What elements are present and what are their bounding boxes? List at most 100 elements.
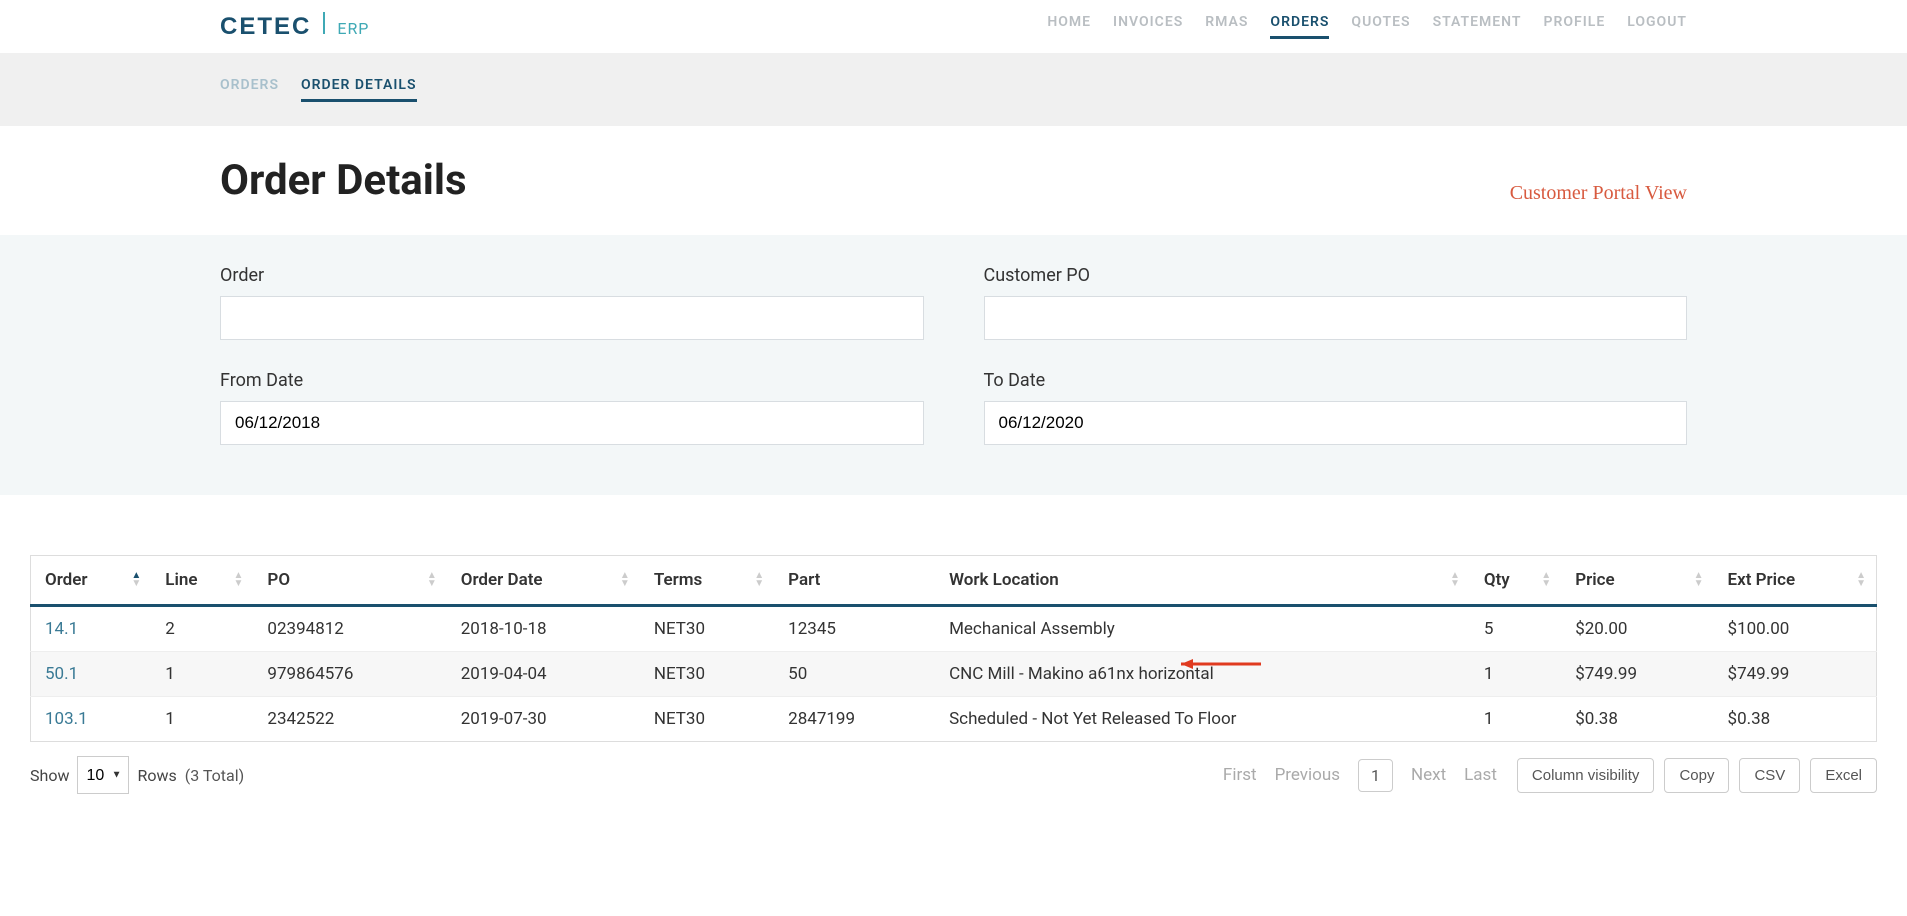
total-count: (3 Total)	[185, 766, 244, 785]
sort-icon: ▲▼	[1694, 572, 1704, 588]
cell-work-location: CNC Mill - Makino a61nx horizontal	[935, 652, 1470, 697]
sort-icon: ▲▼	[131, 572, 141, 588]
col-qty[interactable]: Qty▲▼	[1470, 556, 1561, 606]
cell-work-location: Scheduled - Not Yet Released To Floor	[935, 697, 1470, 742]
table-body: 14.12023948122018-10-18NET3012345Mechani…	[31, 606, 1877, 742]
csv-button[interactable]: CSV	[1739, 758, 1800, 793]
logo-divider	[323, 12, 325, 34]
sort-icon: ▲▼	[754, 572, 764, 588]
order-input[interactable]	[220, 296, 924, 340]
pager-prev[interactable]: Previous	[1275, 765, 1340, 785]
customer-po-label: Customer PO	[984, 265, 1688, 286]
from-date-label: From Date	[220, 370, 924, 391]
footer-right: First Previous 1 Next Last Column visibi…	[1223, 758, 1877, 793]
nav-orders[interactable]: ORDERS	[1270, 14, 1329, 39]
table-row: 14.12023948122018-10-18NET3012345Mechani…	[31, 606, 1877, 652]
page-title: Order Details	[220, 156, 467, 205]
cell-part: 50	[774, 652, 935, 697]
col-po[interactable]: PO▲▼	[253, 556, 446, 606]
table-row: 103.1123425222019-07-30NET302847199Sched…	[31, 697, 1877, 742]
cell-po: 02394812	[253, 606, 446, 652]
col-line[interactable]: Line▲▼	[151, 556, 253, 606]
header: CETEC ERP HOME INVOICES RMAS ORDERS QUOTES ST…	[0, 0, 1907, 53]
cell-order[interactable]: 14.1	[31, 606, 152, 652]
sort-icon: ▲▼	[1541, 572, 1551, 588]
sort-icon: ▲▼	[1450, 572, 1460, 588]
cell-qty: 1	[1470, 652, 1561, 697]
cell-order[interactable]: 103.1	[31, 697, 152, 742]
nav-rmas[interactable]: RMAS	[1205, 14, 1248, 39]
nav-home[interactable]: HOME	[1047, 14, 1091, 39]
cell-part: 12345	[774, 606, 935, 652]
pager: First Previous 1 Next Last	[1223, 759, 1497, 792]
nav-statement[interactable]: STATEMENT	[1433, 14, 1522, 39]
logo: CETEC ERP	[220, 12, 369, 41]
footer-left: Show 10 Rows (3 Total)	[30, 756, 244, 794]
col-work-location[interactable]: Work Location▲▼	[935, 556, 1470, 606]
to-date-input[interactable]	[984, 401, 1688, 445]
pager-first[interactable]: First	[1223, 765, 1257, 785]
copy-button[interactable]: Copy	[1664, 758, 1729, 793]
cell-line: 2	[151, 606, 253, 652]
cell-qty: 5	[1470, 606, 1561, 652]
cell-terms: NET30	[640, 697, 774, 742]
filter-from-date: From Date	[220, 370, 924, 445]
col-terms[interactable]: Terms▲▼	[640, 556, 774, 606]
col-order-date[interactable]: Order Date▲▼	[447, 556, 640, 606]
filter-block: Order Customer PO From Date To Date	[0, 235, 1907, 495]
cell-ext-price: $0.38	[1714, 697, 1877, 742]
col-price[interactable]: Price▲▼	[1561, 556, 1713, 606]
cell-date: 2018-10-18	[447, 606, 640, 652]
col-ext-price[interactable]: Ext Price▲▼	[1714, 556, 1877, 606]
order-table: Order▲▼Line▲▼PO▲▼Order Date▲▼Terms▲▼Part…	[30, 555, 1877, 742]
from-date-input[interactable]	[220, 401, 924, 445]
cell-order[interactable]: 50.1	[31, 652, 152, 697]
nav-logout[interactable]: LOGOUT	[1627, 14, 1687, 39]
cell-price: $749.99	[1561, 652, 1713, 697]
subnav: ORDERS ORDER DETAILS	[220, 77, 1687, 102]
rows-select[interactable]: 10	[77, 756, 129, 794]
cell-line: 1	[151, 652, 253, 697]
pager-last[interactable]: Last	[1464, 765, 1497, 785]
subnav-orders[interactable]: ORDERS	[220, 77, 279, 102]
cell-terms: NET30	[640, 652, 774, 697]
cell-line: 1	[151, 697, 253, 742]
table-header-row: Order▲▼Line▲▼PO▲▼Order Date▲▼Terms▲▼Part…	[31, 556, 1877, 606]
order-label: Order	[220, 265, 924, 286]
sort-icon: ▲▼	[620, 572, 630, 588]
to-date-label: To Date	[984, 370, 1688, 391]
sort-icon: ▲▼	[234, 572, 244, 588]
portal-view-label: Customer Portal View	[1510, 182, 1687, 205]
customer-po-input[interactable]	[984, 296, 1688, 340]
col-order[interactable]: Order▲▼	[31, 556, 152, 606]
cell-ext-price: $100.00	[1714, 606, 1877, 652]
sort-icon: ▲▼	[1856, 572, 1866, 588]
title-row: Order Details Customer Portal View	[0, 126, 1907, 235]
cell-ext-price: $749.99	[1714, 652, 1877, 697]
col-part[interactable]: Part	[774, 556, 935, 606]
subnav-bar: ORDERS ORDER DETAILS	[0, 53, 1907, 126]
annotation-arrow-icon	[1171, 654, 1271, 674]
cell-price: $20.00	[1561, 606, 1713, 652]
table-row: 50.119798645762019-04-04NET3050CNC Mill …	[31, 652, 1877, 697]
cell-date: 2019-04-04	[447, 652, 640, 697]
cell-part: 2847199	[774, 697, 935, 742]
cell-terms: NET30	[640, 606, 774, 652]
main-nav: HOME INVOICES RMAS ORDERS QUOTES STATEMENT PRO…	[1047, 14, 1687, 39]
excel-button[interactable]: Excel	[1810, 758, 1877, 793]
pager-next[interactable]: Next	[1411, 765, 1446, 785]
nav-invoices[interactable]: INVOICES	[1113, 14, 1183, 39]
sort-icon: ▲▼	[427, 572, 437, 588]
cell-date: 2019-07-30	[447, 697, 640, 742]
cell-work-location: Mechanical Assembly	[935, 606, 1470, 652]
table-wrap: Order▲▼Line▲▼PO▲▼Order Date▲▼Terms▲▼Part…	[0, 495, 1907, 742]
cell-qty: 1	[1470, 697, 1561, 742]
cell-po: 2342522	[253, 697, 446, 742]
nav-quotes[interactable]: QUOTES	[1351, 14, 1410, 39]
nav-profile[interactable]: PROFILE	[1544, 14, 1606, 39]
subnav-order-details[interactable]: ORDER DETAILS	[301, 77, 417, 102]
filter-order: Order	[220, 265, 924, 340]
column-visibility-button[interactable]: Column visibility	[1517, 758, 1655, 793]
pager-current[interactable]: 1	[1358, 759, 1393, 792]
rows-label: Rows	[137, 766, 176, 785]
